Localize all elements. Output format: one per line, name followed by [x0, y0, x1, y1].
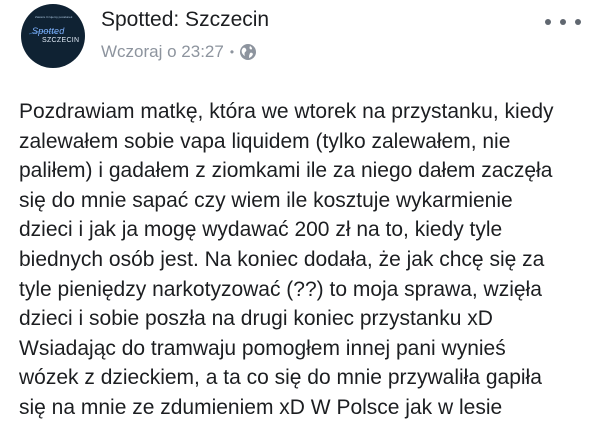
post-text-line: się na mnie ze zdumieniem xD W Polsce ja… — [19, 395, 503, 419]
spotted-szczecin-logo — [28, 30, 58, 35]
page-name-link[interactable]: Spotted: Szczecin — [101, 8, 269, 32]
post-text-line: dzieci i sobie poszła na drugi koniec pr… — [19, 307, 493, 331]
post-text-line: wózek z dzieckiem, a ta co się do mnie p… — [19, 366, 542, 390]
post-text-line: zalewałem sobie vapa liquidem (tylko zal… — [19, 129, 511, 153]
post-text-line: dzieci i jak ja mogę wydawać 200 zł na t… — [19, 218, 503, 242]
post-timestamp[interactable]: Wczoraj o 23:27 — [101, 42, 224, 62]
more-dot — [575, 19, 581, 25]
logo-text-top: Spotted — [32, 26, 65, 36]
post-text-line: paliłem) i gadałem z ziomkami ile za nie… — [19, 159, 553, 183]
post-text-line: biednych osób jest. Na koniec dodała, że… — [19, 247, 545, 271]
more-options-icon[interactable] — [545, 10, 581, 34]
logo-tagline: Zawsze Czujemy pocałunek — [35, 15, 73, 19]
logo-text-bottom: SZCZECIN — [42, 37, 80, 44]
more-dot — [560, 19, 566, 25]
post-text-line: Wsiadając do tramwaju pomogłem innej pan… — [19, 336, 506, 360]
page-avatar[interactable]: Zawsze Czujemy pocałunek Spotted SZCZECI… — [21, 4, 85, 68]
more-dot — [545, 19, 551, 25]
post: Zawsze Czujemy pocałunek Spotted SZCZECI… — [0, 0, 600, 419]
post-meta: Wczoraj o 23:27 • — [101, 41, 257, 63]
meta-separator: • — [229, 45, 235, 59]
post-body-text: Pozdrawiam matkę, która we wtorek na prz… — [19, 97, 591, 423]
globe-icon[interactable] — [239, 43, 257, 61]
post-text-line: tyle pieniędzy narkotyzować (??) to moja… — [19, 277, 542, 301]
post-text-line: Pozdrawiam matkę, która we wtorek na prz… — [19, 100, 554, 123]
post-text-line: się do mnie sapać czy wiem ile kosztuje … — [19, 188, 513, 212]
